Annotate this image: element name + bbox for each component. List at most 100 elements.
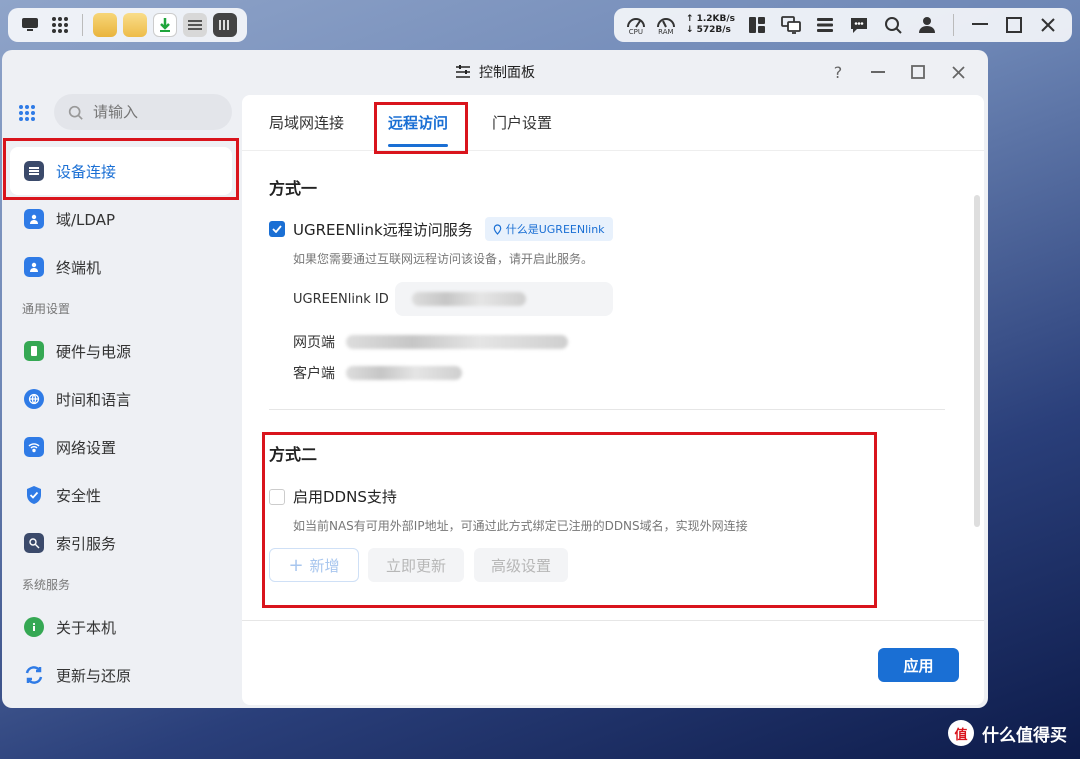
control-panel-app-icon[interactable] [183,13,207,37]
sidebar-item-label: 域/LDAP [56,210,116,229]
minimize-all-icon[interactable] [968,13,992,37]
apps-grid-icon[interactable] [18,104,36,126]
multi-screen-icon[interactable] [779,13,803,37]
sidebar-item-label: 关于本机 [56,618,117,637]
sidebar-item-hardware-power[interactable]: 硬件与电源 [10,327,232,375]
method1-hint: 如果您需要通过互联网远程访问该设备，请开启此服务。 [293,252,594,266]
sidebar-item-ldap[interactable]: 域/LDAP [10,195,232,243]
ugreenlink-row: UGREENlink远程访问服务 什么是UGREENlink [269,217,613,241]
sidebar-item-security[interactable]: 安全性 [10,471,232,519]
cpu-label: CPU [628,28,643,36]
maximize-button[interactable] [906,60,930,84]
search-icon[interactable] [881,13,905,37]
message-icon[interactable] [847,13,871,37]
task-manager-icon[interactable] [813,13,837,37]
window-titlebar[interactable]: 控制面板 ? [2,50,988,94]
window-title-text: 控制面板 [479,65,535,81]
app-grid-icon[interactable] [48,13,72,37]
file-manager-icon[interactable] [93,13,117,37]
refresh-icon [24,665,44,685]
user-icon[interactable] [915,13,939,37]
highlight-method2 [262,432,877,608]
highlight-sidebar-device [3,138,239,200]
taskbar-separator [82,14,83,36]
storage-app-icon[interactable] [213,13,237,37]
sidebar-item-label: 安全性 [56,486,102,505]
sidebar-item-label: 时间和语言 [56,390,132,409]
highlight-remote-tab [374,102,468,154]
taskbar-left [8,8,247,42]
control-panel-icon [456,65,470,78]
sidebar-search[interactable] [54,94,232,130]
sidebar-item-network[interactable]: 网络设置 [10,423,232,471]
sidebar-item-label: 网络设置 [56,438,117,457]
id-card-icon [24,209,44,229]
close-icon[interactable] [1036,13,1060,37]
web-label: 网页端 [293,335,335,351]
info-icon [24,617,44,637]
sidebar-item-label: 更新与还原 [56,666,132,685]
footer-divider [242,620,984,621]
power-icon [24,341,44,361]
sidebar-section-system: 系统服务 [22,578,71,592]
close-button[interactable] [946,60,970,84]
desktop-icon[interactable] [18,13,42,37]
window-maximize-icon [911,65,925,79]
sidebar-item-label: 终端机 [56,258,102,277]
sidebar-item-label: 索引服务 [56,534,117,553]
sidebar-item-label: 硬件与电源 [56,342,132,361]
minimize-icon [871,71,885,73]
upload-speed-value: 1.2KB/s [696,14,735,24]
system-bar: CPU RAM ↑ 1.2KB/s ↓ 572B/s [0,0,1080,50]
client-value-redacted[interactable] [346,366,462,380]
upload-speed: ↑ 1.2KB/s [685,14,735,24]
ram-gauge-icon [656,18,675,28]
ugreenlink-id-value-redacted [412,292,526,306]
ram-meter[interactable]: RAM [656,14,676,36]
tab-bar: 局域网连接 远程访问 门户设置 [242,95,984,151]
section-divider [269,409,945,410]
sidebar-item-about[interactable]: 关于本机 [10,603,232,651]
sidebar-item-update-restore[interactable]: 更新与还原 [10,651,232,699]
what-is-ugreenlink-link[interactable]: 什么是UGREENlink [484,217,613,241]
network-icon [24,437,44,457]
sidebar-item-time-language[interactable]: 时间和语言 [10,375,232,423]
terminal-icon [24,257,44,277]
folder-icon[interactable] [123,13,147,37]
taskbar-separator-right [953,14,954,36]
window-close-icon [951,65,965,79]
watermark: 值 什么值得买 [948,720,1067,746]
maximize-icon[interactable] [1002,13,1026,37]
minimize-button[interactable] [866,60,890,84]
client-label: 客户端 [293,366,335,382]
ugreenlink-checkbox[interactable] [269,221,285,237]
download-speed-value: 572B/s [696,25,731,35]
help-button[interactable]: ? [826,60,850,84]
tab-portal-settings[interactable]: 门户设置 [492,95,552,151]
download-speed: ↓ 572B/s [685,25,731,35]
widgets-icon[interactable] [745,13,769,37]
ugreenlink-label[interactable]: UGREENlink远程访问服务 [293,219,473,240]
window-controls: ? [826,60,970,84]
index-icon [24,533,44,553]
globe-icon [24,389,44,409]
what-is-ugreenlink-text: 什么是UGREENlink [505,223,605,236]
sidebar-item-terminal[interactable]: 终端机 [10,243,232,291]
tab-lan-connection[interactable]: 局域网连接 [269,95,344,151]
download-icon[interactable] [153,13,177,37]
cpu-meter[interactable]: CPU [626,14,646,36]
web-url-redacted[interactable] [346,335,568,349]
cpu-gauge-icon [626,18,645,28]
ugreenlink-id-label: UGREENlink ID [293,292,389,307]
sidebar-item-index-service[interactable]: 索引服务 [10,519,232,567]
shield-icon [24,485,44,505]
apply-button[interactable]: 应用 [878,648,959,682]
search-icon [68,105,83,120]
scrollbar[interactable] [974,195,980,527]
watermark-logo: 值 [948,720,974,746]
search-input[interactable] [93,103,213,121]
window-title: 控制面板 [455,62,535,82]
main-panel: 局域网连接 远程访问 门户设置 方式一 UGREENlink远程访问服务 什么是… [242,95,984,705]
network-speed[interactable]: ↑ 1.2KB/s ↓ 572B/s [686,14,735,36]
method1-title: 方式一 [269,179,318,198]
